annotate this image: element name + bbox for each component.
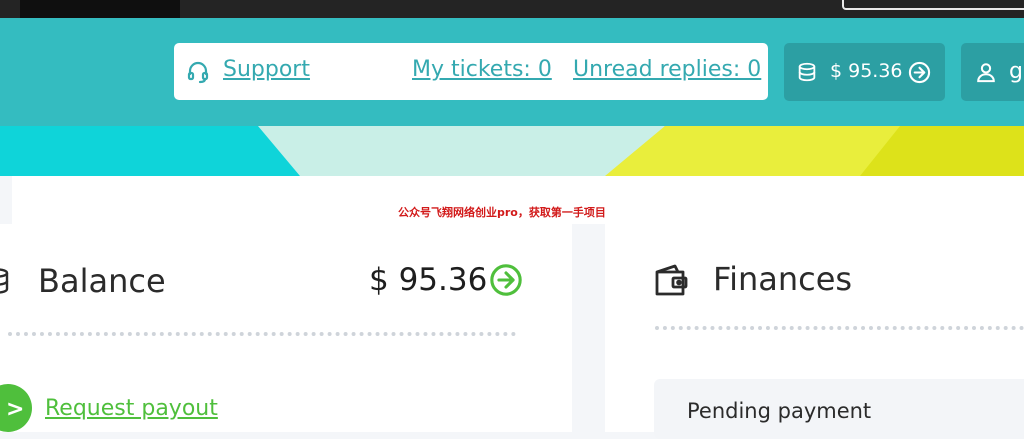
- pending-payment-row[interactable]: Pending payment: [654, 379, 1024, 439]
- top-bar-outlined-box[interactable]: [842, 0, 1024, 10]
- svg-text:>: >: [6, 397, 24, 422]
- unread-replies-link[interactable]: Unread replies: 0: [573, 57, 761, 82]
- my-tickets-link[interactable]: My tickets: 0: [412, 57, 552, 82]
- coins-icon: [0, 268, 9, 294]
- support-link[interactable]: Support: [223, 57, 310, 82]
- user-icon: [977, 63, 995, 83]
- headset-icon: [187, 61, 209, 84]
- pending-payment-label: Pending payment: [687, 399, 872, 423]
- finances-title: Finances: [713, 260, 853, 298]
- payout-icon: >: [0, 384, 32, 432]
- decorative-banner: [0, 126, 1024, 176]
- balance-button[interactable]: $ 95.36: [784, 43, 945, 101]
- request-payout-link[interactable]: Request payout: [45, 396, 218, 421]
- balance-card: Balance $ 95.36 > Request payout: [0, 224, 572, 432]
- user-name-initial: g: [1009, 59, 1023, 84]
- wallet-icon: [655, 264, 688, 296]
- top-bar-dark-segment: [20, 0, 180, 18]
- watermark-text: 公众号飞翔网络创业pro，获取第一手项目: [398, 206, 606, 219]
- balance-title: Balance: [38, 262, 166, 300]
- divider: [655, 326, 1024, 330]
- support-panel: Support My tickets: 0 Unread replies: 0: [174, 43, 768, 100]
- coins-icon: [798, 62, 816, 82]
- balance-amount: $ 95.36: [369, 262, 488, 298]
- header: Support My tickets: 0 Unread replies: 0 …: [0, 18, 1024, 126]
- divider: [8, 332, 516, 336]
- top-bar: [0, 0, 1024, 18]
- user-menu-button[interactable]: g: [961, 43, 1024, 101]
- arrow-circle-right-icon: [908, 61, 931, 84]
- arrow-circle-right-icon[interactable]: [489, 263, 523, 297]
- header-balance-amount: $ 95.36: [830, 60, 903, 82]
